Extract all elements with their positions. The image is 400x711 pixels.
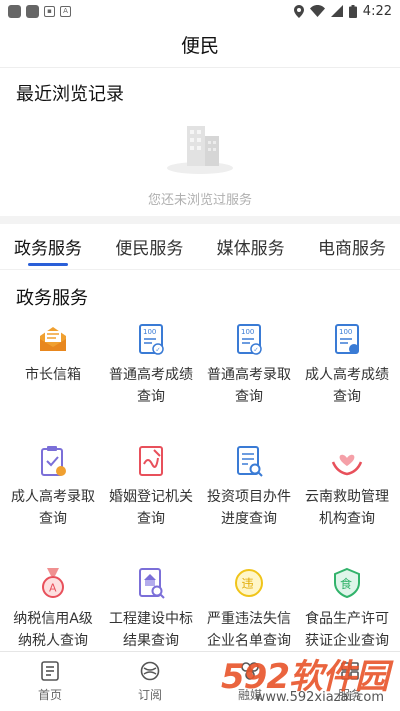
page-title: 便民 xyxy=(0,22,400,68)
service-item-investment-progress[interactable]: 投资项目办件进度查询 xyxy=(200,438,298,550)
bottom-nav-label: 服务 xyxy=(337,688,362,702)
signal-icon xyxy=(330,5,343,17)
bottom-nav-service[interactable]: 服务 xyxy=(320,660,380,703)
grid-title: 政务服务 xyxy=(16,288,88,309)
service-label: 普通高考成绩查询 xyxy=(109,367,193,405)
service-label: 成人高考录取查询 xyxy=(11,489,95,527)
svg-text:✓: ✓ xyxy=(156,347,161,354)
bottom-nav-subscribe[interactable]: 订阅 xyxy=(120,660,180,703)
bottom-navigation: 首页 订阅 融媒 服务 xyxy=(0,651,400,711)
tab-convenience[interactable]: 便民服务 xyxy=(115,224,183,270)
svg-text:违: 违 xyxy=(242,577,254,591)
service-item-gaokao-score[interactable]: 100 ✓ 普通高考成绩查询 xyxy=(102,316,200,428)
service-label: 严重违法失信企业名单查询 xyxy=(207,611,291,649)
home-doc-icon xyxy=(41,661,59,681)
construction-doc-icon xyxy=(139,568,165,599)
empty-message: 您还未浏览过服务 xyxy=(147,193,252,208)
recent-title: 最近浏览记录 xyxy=(16,84,124,105)
battery-icon xyxy=(348,4,357,18)
violation-badge-icon: 违 xyxy=(235,569,263,597)
admission-report-icon: 100 ✓ xyxy=(237,324,262,355)
service-item-gaokao-admission[interactable]: 100 ✓ 普通高考录取查询 xyxy=(200,316,298,428)
service-label: 食品生产许可获证企业查询 xyxy=(305,611,389,649)
medal-a-icon: A xyxy=(42,568,64,598)
clock: 4:22 xyxy=(362,3,392,19)
service-item-adult-admission[interactable]: 成人高考录取查询 xyxy=(4,438,102,550)
empty-buildings-icon xyxy=(167,126,233,174)
service-label: 工程建设中标结果查询 xyxy=(109,611,193,649)
tab-media[interactable]: 媒体服务 xyxy=(217,224,285,270)
status-notifications: ▪ A xyxy=(8,4,71,18)
tab-ecommerce[interactable]: 电商服务 xyxy=(318,224,386,270)
service-tabs: 政务服务 便民服务 媒体服务 电商服务 xyxy=(0,224,400,270)
image-notification-icon: ▪ xyxy=(44,5,55,17)
service-grid: 市长信箱 100 ✓ 普通高考成绩查询 100 ✓ 普通高考录取查询 100 成… xyxy=(0,316,400,672)
service-label: 婚姻登记机关查询 xyxy=(109,489,193,527)
recent-section: 最近浏览记录 您还未浏览过服务 xyxy=(0,68,400,216)
helping-hands-icon xyxy=(331,454,363,476)
clipboard-check-icon xyxy=(41,446,66,476)
notification-icon xyxy=(26,4,39,18)
service-label: 云南救助管理机构查询 xyxy=(305,489,389,527)
bottom-nav-label: 订阅 xyxy=(137,688,162,702)
svg-text:100: 100 xyxy=(339,328,352,336)
a-notification-icon: A xyxy=(60,5,71,17)
document-search-icon xyxy=(237,446,263,477)
svg-text:A: A xyxy=(49,582,57,595)
bottom-nav-media[interactable]: 融媒 xyxy=(220,660,280,703)
service-item-marriage[interactable]: 婚姻登记机关查询 xyxy=(102,438,200,550)
media-icon xyxy=(241,662,259,680)
bottom-nav-label: 融媒 xyxy=(237,688,262,702)
wifi-icon xyxy=(309,5,325,17)
service-label: 纳税信用A级纳税人查询 xyxy=(13,611,93,649)
svg-text:100: 100 xyxy=(241,328,254,336)
adult-score-icon: 100 xyxy=(335,324,359,354)
service-label: 投资项目办件进度查询 xyxy=(207,489,291,527)
food-shield-icon: 食 xyxy=(334,567,360,599)
service-item-rescue-agency[interactable]: 云南救助管理机构查询 xyxy=(298,438,396,550)
subscribe-icon xyxy=(140,661,160,681)
tab-government[interactable]: 政务服务 xyxy=(14,224,82,270)
svg-text:食: 食 xyxy=(340,576,352,591)
notification-icon xyxy=(8,4,21,18)
service-icon xyxy=(341,662,359,680)
bottom-nav-label: 首页 xyxy=(37,688,62,702)
service-item-adult-score[interactable]: 100 成人高考成绩查询 xyxy=(298,316,396,428)
marriage-certificate-icon xyxy=(139,446,163,476)
score-report-icon: 100 ✓ xyxy=(139,324,164,355)
service-label: 普通高考录取查询 xyxy=(207,367,291,405)
service-label: 市长信箱 xyxy=(25,367,81,383)
svg-text:100: 100 xyxy=(143,328,156,336)
status-bar: ▪ A 4:22 xyxy=(0,0,400,22)
bottom-nav-home[interactable]: 首页 xyxy=(20,660,80,703)
service-item-mayor-mailbox[interactable]: 市长信箱 xyxy=(4,316,102,428)
svg-text:✓: ✓ xyxy=(254,347,259,354)
status-system: 4:22 xyxy=(293,3,392,19)
mailbox-icon xyxy=(40,327,66,351)
location-icon xyxy=(293,4,304,18)
service-label: 成人高考成绩查询 xyxy=(305,367,389,405)
